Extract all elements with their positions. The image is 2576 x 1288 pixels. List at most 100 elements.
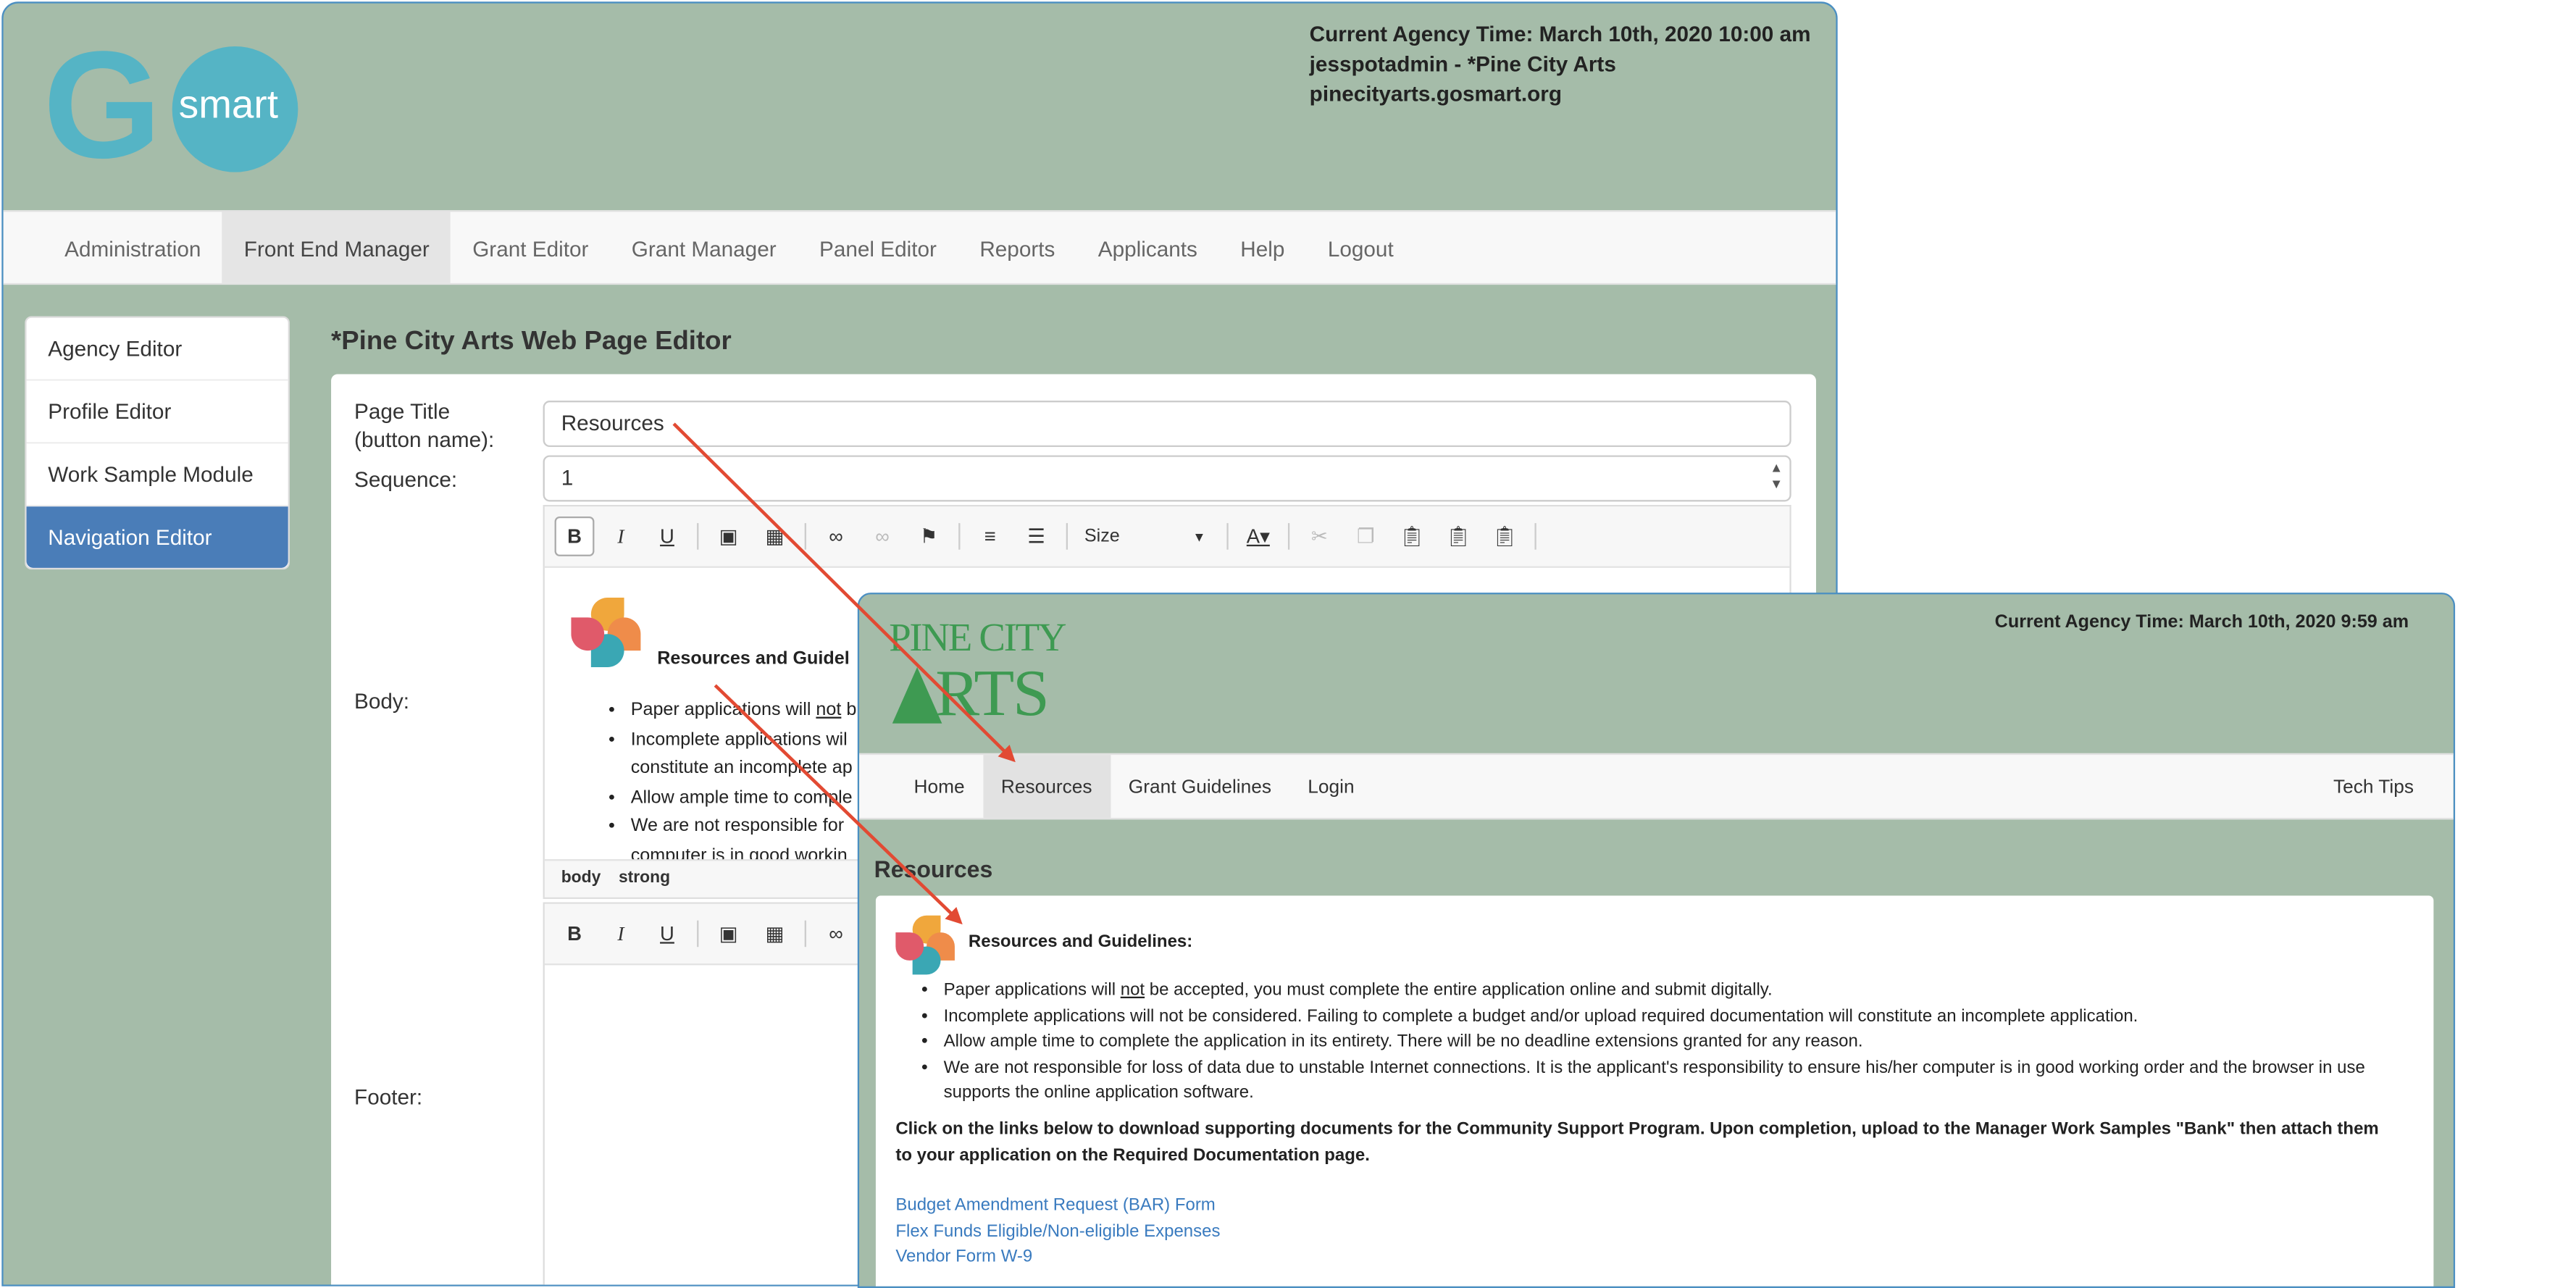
list-item: Incomplete applications will not be cons… <box>944 1004 2417 1029</box>
editor-heading-part2: and Guidel <box>755 648 850 669</box>
sidebar-item-navigation-editor[interactable]: Navigation Editor <box>26 506 288 568</box>
nav-panel-editor[interactable]: Panel Editor <box>798 212 958 283</box>
font-size-dropdown[interactable]: Size ▼ <box>1078 518 1217 554</box>
toolbar-separator <box>1287 523 1290 550</box>
underline-icon[interactable]: U <box>648 517 687 556</box>
sidebar: Agency Editor Profile Editor Work Sample… <box>25 316 290 570</box>
sequence-value: 1 <box>561 465 574 490</box>
caret-down-icon: ▼ <box>1192 530 1206 545</box>
anchor-flag-icon[interactable]: ⚑ <box>909 517 949 556</box>
editor-heading-part1: Resources <box>657 648 756 669</box>
sidebar-item-profile-editor[interactable]: Profile Editor <box>26 381 288 444</box>
body-editor-toolbar: B I U ▣ ▦ ∞ ∞ ⚑ ≡ ☰ Size ▼ A▾ ✂ ❐ 📋︎ 📋︎ … <box>544 506 1790 568</box>
list-item: constitute an incomplete ap <box>630 758 853 779</box>
list-item: Incomplete applications wil <box>631 726 857 755</box>
nav-login[interactable]: Login <box>1289 755 1373 818</box>
agency-user: jesspotadmin - *Pine City Arts <box>1309 51 1616 77</box>
nav-help[interactable]: Help <box>1219 212 1307 283</box>
image-icon[interactable]: ▣ <box>708 913 748 953</box>
sequence-label: Sequence: <box>354 467 458 492</box>
toolbar-separator <box>804 920 806 948</box>
image-icon[interactable]: ▣ <box>708 517 748 556</box>
nav-logout[interactable]: Logout <box>1306 212 1415 283</box>
toolbar-separator <box>697 523 699 550</box>
paste-text-icon[interactable]: 📋︎ <box>1439 517 1479 556</box>
agency-time: Current Agency Time: March 10th, 2020 10… <box>1309 21 1811 46</box>
nav-grant-manager[interactable]: Grant Manager <box>610 212 798 283</box>
link-flex-funds-expenses[interactable]: Flex Funds Eligible/Non-eligible Expense… <box>895 1219 1220 1245</box>
list-item: Paper applications will not be accepted,… <box>944 979 2417 1004</box>
toolbar-separator <box>804 523 806 550</box>
italic-icon[interactable]: I <box>601 913 641 953</box>
list-item: computer is in good workin <box>630 845 848 860</box>
gosmart-logo: G <box>43 21 162 191</box>
editor-heading: Resources and Guidel <box>657 649 849 669</box>
nav-resources[interactable]: Resources <box>982 755 1111 818</box>
select-updown-icon: ▲ ▼ <box>1770 460 1783 492</box>
nav-applicants[interactable]: Applicants <box>1076 212 1219 283</box>
public-site-window: PINE CITY RTS Current Agency Time: March… <box>857 593 2456 1288</box>
underline-icon[interactable]: U <box>648 913 687 953</box>
font-size-label: Size <box>1084 526 1120 547</box>
resources-heading: Resources and Guidelines: <box>968 932 1193 953</box>
nav-grant-guidelines[interactable]: Grant Guidelines <box>1111 755 1289 818</box>
path-body[interactable]: body <box>561 869 601 887</box>
paste-icon[interactable]: 📋︎ <box>1392 517 1432 556</box>
toolbar-separator <box>958 523 961 550</box>
nav-grant-editor[interactable]: Grant Editor <box>451 212 610 283</box>
site-navbar: Home Resources Grant Guidelines Login Te… <box>859 753 2454 821</box>
agency-time: Current Agency Time: March 10th, 2020 9:… <box>1994 612 2409 632</box>
document-links: Budget Amendment Request (BAR) Form Flex… <box>895 1194 1220 1271</box>
nav-front-end-manager[interactable]: Front End Manager <box>222 212 451 283</box>
list-item: We are not responsible for <box>631 813 857 842</box>
link-vendor-form-w9[interactable]: Vendor Form W-9 <box>895 1245 1220 1271</box>
toolbar-separator <box>1226 523 1229 550</box>
gosmart-logo-text: smart <box>178 83 278 127</box>
link-budget-amendment-form[interactable]: Budget Amendment Request (BAR) Form <box>895 1194 1220 1219</box>
sequence-select[interactable]: 1 ▲ ▼ <box>543 455 1791 502</box>
bold-icon[interactable]: B <box>555 913 595 953</box>
download-instructions: Click on the links below to download sup… <box>895 1118 2379 1165</box>
toolbar-separator <box>1534 523 1536 550</box>
italic-icon[interactable]: I <box>601 517 641 556</box>
footer-label: Footer: <box>354 1084 423 1110</box>
table-icon[interactable]: ▦ <box>755 913 795 953</box>
resources-content: Resources and Guidelines: Paper applicat… <box>875 895 2434 1287</box>
tree-icon <box>892 666 942 724</box>
pine-city-arts-logo-line2: RTS <box>935 655 1050 730</box>
unlink-icon[interactable]: ∞ <box>863 517 903 556</box>
body-label: Body: <box>354 688 410 714</box>
link-icon[interactable]: ∞ <box>816 913 856 953</box>
toolbar-separator <box>697 920 699 948</box>
nav-reports[interactable]: Reports <box>958 212 1076 283</box>
nav-administration[interactable]: Administration <box>43 212 222 283</box>
pinwheel-logo <box>571 597 644 671</box>
bulleted-list-icon[interactable]: ☰ <box>1016 517 1056 556</box>
sidebar-item-agency-editor[interactable]: Agency Editor <box>26 318 288 381</box>
page-title-label-line1: Page Title <box>354 398 451 425</box>
agency-domain: pinecityarts.gosmart.org <box>1309 80 1563 106</box>
cut-icon[interactable]: ✂ <box>1300 517 1339 556</box>
page-title: *Pine City Arts Web Page Editor <box>331 327 732 356</box>
list-item: Allow ample time to comple <box>631 784 857 813</box>
bold-icon[interactable]: B <box>554 517 595 556</box>
page-title-input[interactable]: Resources <box>543 401 1791 448</box>
paste-word-icon[interactable]: 📋︎ <box>1485 517 1525 556</box>
toolbar-separator <box>1066 523 1069 550</box>
path-strong[interactable]: strong <box>619 869 670 887</box>
copy-icon[interactable]: ❐ <box>1346 517 1386 556</box>
numbered-list-icon[interactable]: ≡ <box>970 517 1010 556</box>
table-icon[interactable]: ▦ <box>755 517 795 556</box>
sidebar-item-work-sample-module[interactable]: Work Sample Module <box>26 443 288 507</box>
nav-tech-tips[interactable]: Tech Tips <box>2333 755 2414 821</box>
editor-bullet-list: Paper applications will not b Incomplete… <box>561 697 857 859</box>
page-title-label: Page Title (button name): <box>354 397 494 453</box>
list-item: Paper applications will not b <box>631 697 857 726</box>
nav-home[interactable]: Home <box>895 755 982 818</box>
agency-info: Current Agency Time: March 10th, 2020 10… <box>1310 20 1811 109</box>
resources-page-title: Resources <box>874 856 993 883</box>
pinwheel-logo <box>895 915 969 989</box>
link-icon[interactable]: ∞ <box>816 517 856 556</box>
list-item: Allow ample time to complete the applica… <box>944 1029 2417 1055</box>
text-color-icon[interactable]: A▾ <box>1238 517 1278 556</box>
